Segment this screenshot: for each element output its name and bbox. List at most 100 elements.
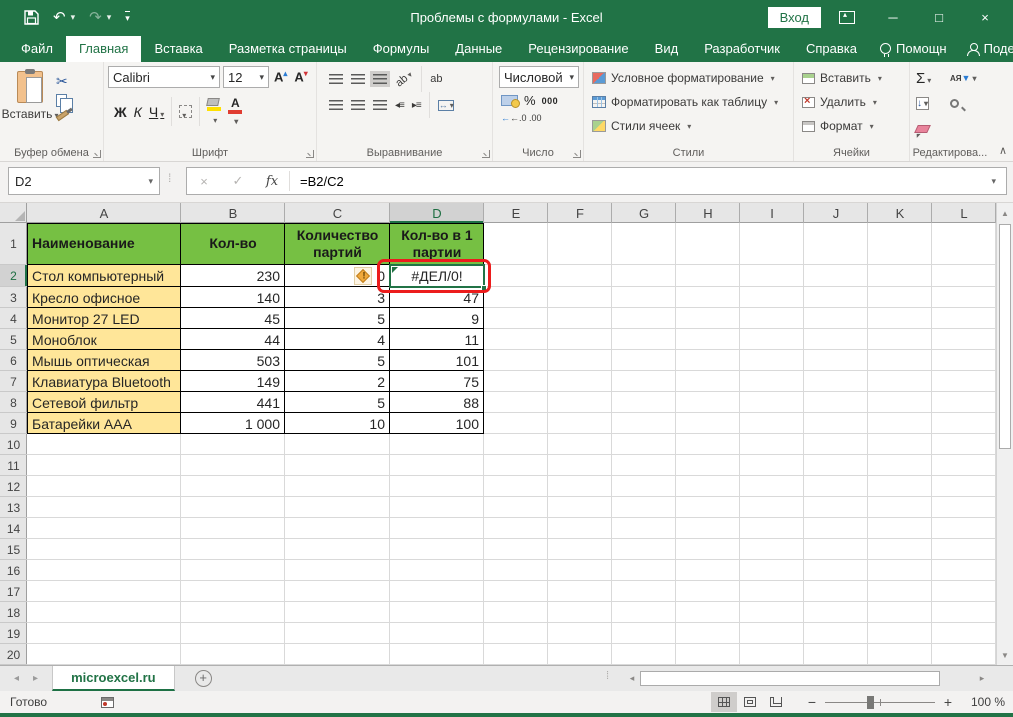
cell-I7[interactable]	[740, 371, 804, 392]
row-header-7[interactable]: 7	[0, 371, 27, 392]
cell-H13[interactable]	[676, 497, 740, 518]
cell-E6[interactable]	[484, 350, 548, 371]
cell-G18[interactable]	[612, 602, 676, 623]
cell-G15[interactable]	[612, 539, 676, 560]
cell-K15[interactable]	[868, 539, 932, 560]
cell-C7[interactable]: 2	[285, 371, 390, 392]
format-cells-button[interactable]: Формат	[802, 114, 905, 138]
clipboard-dialog-launcher[interactable]	[93, 150, 101, 158]
cell-F13[interactable]	[548, 497, 612, 518]
cell-J4[interactable]	[804, 308, 868, 329]
comma-style-button[interactable]: 000	[542, 96, 559, 106]
expand-formula-bar-icon[interactable]: ▾	[991, 176, 1006, 187]
cell-E4[interactable]	[484, 308, 548, 329]
cell-E15[interactable]	[484, 539, 548, 560]
column-header-L[interactable]: L	[932, 203, 996, 223]
cell-K2[interactable]	[868, 265, 932, 287]
cell-C8[interactable]: 5	[285, 392, 390, 413]
copy-icon[interactable]	[56, 94, 67, 107]
cell-I4[interactable]	[740, 308, 804, 329]
cell-H17[interactable]	[676, 581, 740, 602]
vertical-scroll-thumb[interactable]	[999, 224, 1011, 449]
cell-I5[interactable]	[740, 329, 804, 350]
cell-G14[interactable]	[612, 518, 676, 539]
cell-C20[interactable]	[285, 644, 390, 665]
cell-F10[interactable]	[548, 434, 612, 455]
cell-G13[interactable]	[612, 497, 676, 518]
cell-K3[interactable]	[868, 287, 932, 308]
cell-A2[interactable]: Стол компьютерный	[27, 265, 181, 287]
cell-K4[interactable]	[868, 308, 932, 329]
align-top-icon[interactable]	[329, 74, 343, 84]
cell-L8[interactable]	[932, 392, 996, 413]
cell-C16[interactable]	[285, 560, 390, 581]
error-checking-button[interactable]	[354, 267, 372, 285]
cell-A8[interactable]: Сетевой фильтр	[27, 392, 181, 413]
row-header-14[interactable]: 14	[0, 518, 27, 539]
cell-J17[interactable]	[804, 581, 868, 602]
cell-C9[interactable]: 10	[285, 413, 390, 434]
cell-J18[interactable]	[804, 602, 868, 623]
cell-B4[interactable]: 45	[181, 308, 285, 329]
cell-K7[interactable]	[868, 371, 932, 392]
cell-L3[interactable]	[932, 287, 996, 308]
cell-I10[interactable]	[740, 434, 804, 455]
cell-D14[interactable]	[390, 518, 484, 539]
undo-icon[interactable]: ↶	[53, 10, 66, 25]
font-dialog-launcher[interactable]	[306, 150, 314, 158]
cell-J19[interactable]	[804, 623, 868, 644]
cell-B20[interactable]	[181, 644, 285, 665]
row-header-19[interactable]: 19	[0, 623, 27, 644]
cell-L12[interactable]	[932, 476, 996, 497]
next-sheet-icon[interactable]: ▸	[33, 673, 38, 684]
cell-G20[interactable]	[612, 644, 676, 665]
cell-F3[interactable]	[548, 287, 612, 308]
formula-bar-splitter[interactable]: ⁞	[168, 171, 170, 185]
cell-H11[interactable]	[676, 455, 740, 476]
normal-view-button[interactable]	[711, 692, 737, 712]
cell-D15[interactable]	[390, 539, 484, 560]
cell-H5[interactable]	[676, 329, 740, 350]
cell-A9[interactable]: Батарейки AAA	[27, 413, 181, 434]
cell-L19[interactable]	[932, 623, 996, 644]
page-break-view-button[interactable]	[763, 692, 789, 712]
cell-K17[interactable]	[868, 581, 932, 602]
cell-J11[interactable]	[804, 455, 868, 476]
font-name-combo[interactable]: Calibri▾	[108, 66, 220, 88]
cell-H10[interactable]	[676, 434, 740, 455]
cell-A3[interactable]: Кресло офисное	[27, 287, 181, 308]
cell-F2[interactable]	[548, 265, 612, 287]
cell-G17[interactable]	[612, 581, 676, 602]
column-header-B[interactable]: B	[181, 203, 285, 223]
conditional-formatting-button[interactable]: Условное форматирование	[592, 66, 789, 90]
cell-A19[interactable]	[27, 623, 181, 644]
customize-qat-icon[interactable]: ▾	[125, 11, 130, 24]
cell-L11[interactable]	[932, 455, 996, 476]
cell-F7[interactable]	[548, 371, 612, 392]
cell-J2[interactable]	[804, 265, 868, 287]
wrap-text-icon[interactable]: ab	[430, 73, 442, 85]
share-button[interactable]: Поделиться	[957, 36, 1013, 62]
cell-L4[interactable]	[932, 308, 996, 329]
cell-G12[interactable]	[612, 476, 676, 497]
cell-C5[interactable]: 4	[285, 329, 390, 350]
cell-G11[interactable]	[612, 455, 676, 476]
cell-L16[interactable]	[932, 560, 996, 581]
row-header-16[interactable]: 16	[0, 560, 27, 581]
cell-E20[interactable]	[484, 644, 548, 665]
cell-L15[interactable]	[932, 539, 996, 560]
cell-J12[interactable]	[804, 476, 868, 497]
cell-F6[interactable]	[548, 350, 612, 371]
column-header-A[interactable]: A	[27, 203, 181, 223]
insert-cells-button[interactable]: Вставить	[802, 66, 905, 90]
cell-E2[interactable]	[484, 265, 548, 287]
cell-C19[interactable]	[285, 623, 390, 644]
cell-K8[interactable]	[868, 392, 932, 413]
cell-F19[interactable]	[548, 623, 612, 644]
collapse-ribbon-icon[interactable]: ∧	[999, 144, 1007, 157]
tab-insert[interactable]: Вставка	[141, 36, 215, 62]
scroll-up-icon[interactable]: ▲	[997, 203, 1013, 223]
cancel-entry-icon[interactable]: ×	[187, 174, 221, 189]
font-color-button[interactable]: А	[228, 97, 242, 126]
horizontal-scrollbar[interactable]: ◂ ▸	[624, 669, 990, 688]
